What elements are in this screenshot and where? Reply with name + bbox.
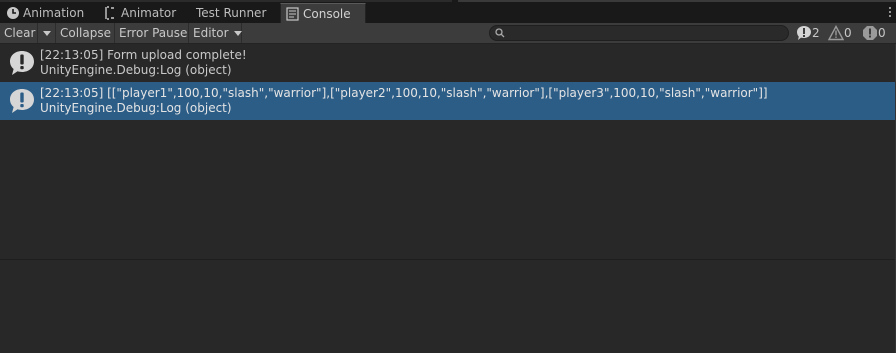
editor-dropdown-label: Editor — [193, 26, 229, 40]
clear-button[interactable]: Clear — [0, 23, 38, 43]
error-counter-toggle[interactable]: 0 — [860, 23, 890, 43]
console-icon — [286, 7, 299, 21]
warning-icon — [828, 25, 844, 41]
log-entry[interactable]: [22:13:05] Form upload complete! UnityEn… — [0, 44, 896, 82]
log-count: 2 — [812, 26, 820, 40]
tab-animation[interactable]: Animation — [6, 3, 92, 23]
animator-icon — [105, 6, 114, 20]
tab-label: Test Runner — [196, 6, 267, 20]
log-stack-trace: UnityEngine.Debug:Log (object) — [40, 63, 232, 77]
tab-label: Animator — [121, 6, 177, 20]
error-count: 0 — [878, 26, 886, 40]
log-stack-trace: UnityEngine.Debug:Log (object) — [40, 101, 232, 115]
collapse-button[interactable]: Collapse — [56, 23, 115, 43]
error-pause-button[interactable]: Error Pause — [115, 23, 189, 43]
log-entry-selected[interactable]: [22:13:05] [["player1",100,10,"slash","w… — [0, 82, 896, 120]
tab-label: Console — [303, 7, 351, 21]
clock-icon — [7, 7, 19, 19]
tab-animator[interactable]: Animator — [104, 3, 184, 23]
chevron-down-icon — [234, 31, 243, 36]
search-icon — [495, 28, 505, 38]
log-detail-panel — [0, 260, 896, 353]
log-message: [22:13:05] [["player1",100,10,"slash","w… — [40, 86, 768, 100]
log-message: [22:13:05] Form upload complete! — [40, 48, 247, 62]
clear-options-dropdown[interactable] — [38, 23, 56, 43]
error-icon — [863, 26, 877, 40]
tab-label: Animation — [23, 6, 85, 20]
editor-dropdown[interactable]: Editor — [189, 23, 243, 43]
tab-bar: Animation Animator Test Runner Console — [0, 0, 896, 24]
tab-bar-top-edge-right — [458, 0, 896, 2]
console-toolbar: Clear Collapse Error Pause Editor 2 0 0 — [0, 23, 896, 44]
log-counter-toggle[interactable]: 2 — [794, 23, 824, 43]
search-input[interactable] — [508, 26, 778, 40]
more-options-icon[interactable] — [880, 6, 892, 18]
info-icon — [797, 26, 811, 40]
info-icon — [10, 51, 34, 75]
search-field[interactable] — [489, 25, 789, 41]
warning-count: 0 — [844, 26, 852, 40]
tab-console[interactable]: Console — [280, 3, 366, 24]
warning-counter-toggle[interactable]: 0 — [826, 23, 856, 43]
chevron-down-icon — [43, 31, 51, 36]
log-list: [22:13:05] Form upload complete! UnityEn… — [0, 44, 896, 259]
tab-test-runner[interactable]: Test Runner — [179, 3, 269, 23]
tab-bar-top-edge — [0, 0, 452, 2]
info-icon — [10, 89, 34, 113]
